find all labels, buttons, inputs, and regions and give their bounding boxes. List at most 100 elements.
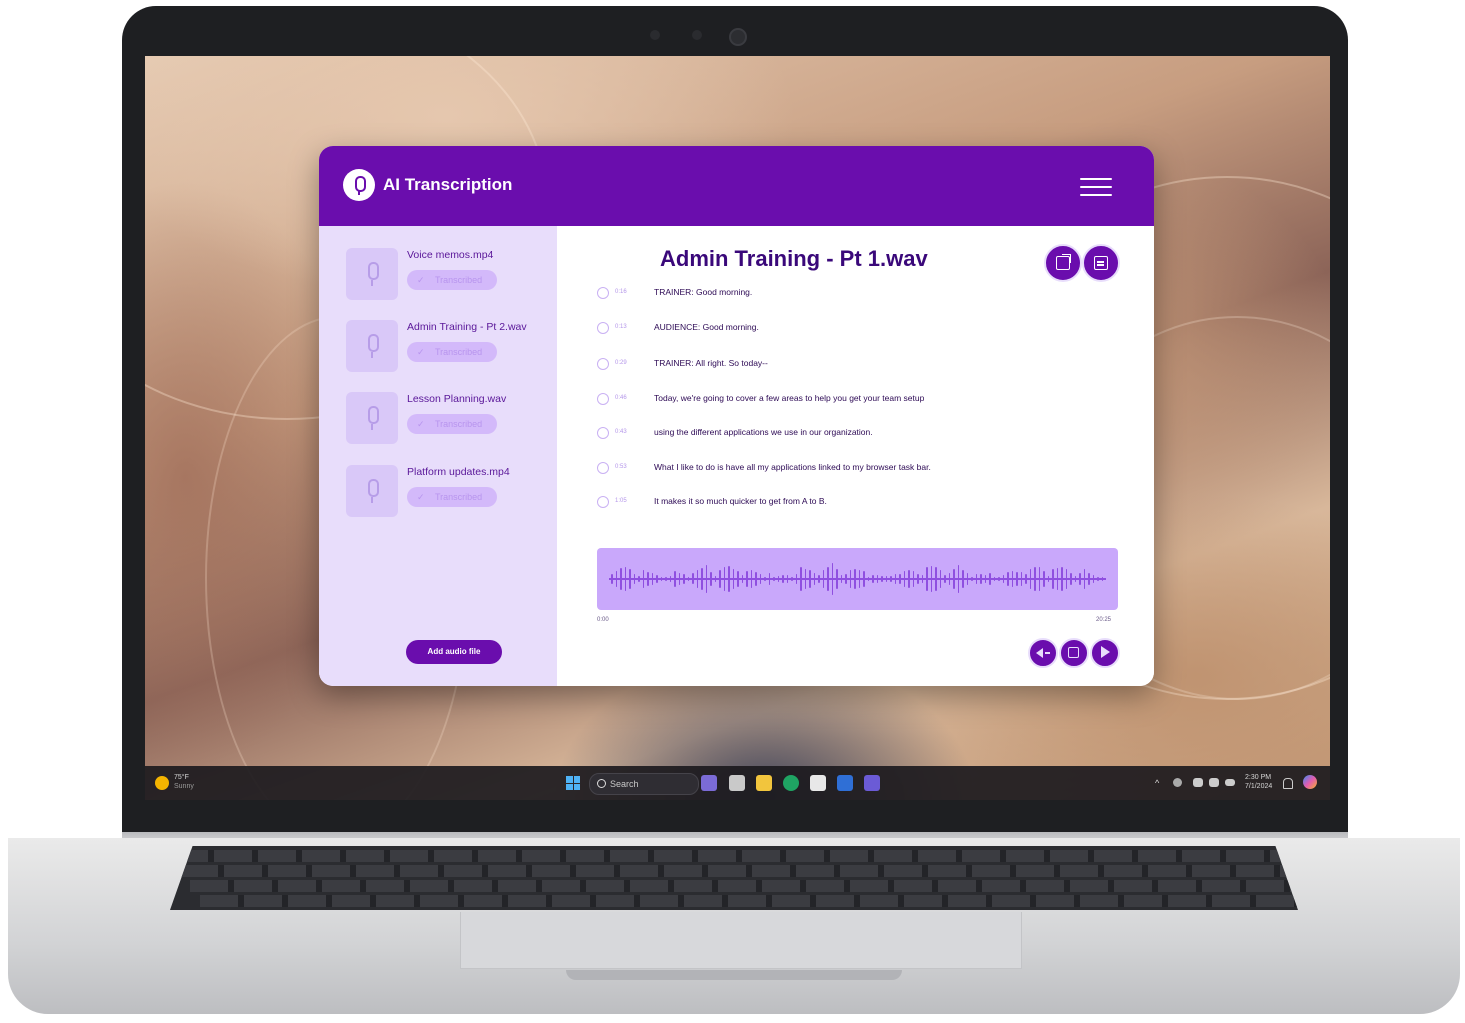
export-button[interactable] [1044, 244, 1082, 282]
audio-file-thumbnail [346, 248, 398, 300]
settings-icon[interactable] [1173, 778, 1182, 787]
store-icon[interactable] [810, 775, 826, 791]
waveform-bar [858, 570, 860, 588]
waveform-bar [1065, 569, 1067, 589]
battery-icon[interactable] [1225, 779, 1235, 786]
waveform-bar [1083, 569, 1085, 589]
waveform-bar [728, 566, 730, 592]
waveform-bar [890, 576, 892, 582]
windows-start-icon[interactable] [566, 776, 580, 790]
mute-button[interactable] [1028, 638, 1058, 668]
end-time: 20:25 [1096, 617, 1112, 623]
transcript-text: What I like to do is have all my applica… [654, 462, 931, 472]
clock-time[interactable]: 2:30 PM [1245, 774, 1271, 782]
waveform-bar [980, 573, 982, 585]
volume-icon[interactable] [1209, 778, 1219, 787]
waveform-bar [723, 566, 725, 592]
check-icon: ✓ [417, 492, 425, 502]
taskbar-search[interactable]: Search [589, 773, 699, 795]
waveform-bar [696, 569, 698, 589]
stop-button[interactable] [1059, 638, 1089, 668]
waveform-bar [633, 573, 635, 585]
transcript-line[interactable]: 0:53 What I like to do is have all my app… [597, 461, 1137, 477]
waveform-bar [804, 568, 806, 590]
stop-icon [1068, 647, 1079, 658]
waveform-bar [921, 574, 923, 584]
waveform-bar [1097, 576, 1099, 582]
timestamp: 0:13 [615, 324, 627, 330]
file-sidebar: Voice memos.mp4 ✓ Transcribed Admin Train… [319, 226, 557, 686]
audio-file-thumbnail [346, 465, 398, 517]
waveform-bar [822, 569, 824, 589]
copilot-icon[interactable] [1303, 775, 1317, 789]
outlook-icon[interactable] [837, 775, 853, 791]
document-icon [1094, 256, 1108, 270]
waveform-bar [714, 576, 716, 582]
transcript-text: using the different applications we use … [654, 427, 873, 437]
waveform-bar [1038, 567, 1040, 591]
waveform-bar [611, 574, 613, 584]
waveform-bar [885, 576, 887, 582]
add-audio-file-button[interactable]: Add audio file [406, 640, 502, 664]
widgets-icon[interactable] [701, 775, 717, 791]
file-item[interactable]: Admin Training - Pt 2.wav ✓ Transcribed [346, 320, 546, 378]
chevron-up-icon[interactable]: ^ [1155, 778, 1159, 788]
waveform-bar [777, 575, 779, 583]
file-item[interactable]: Lesson Planning.wav ✓ Transcribed [346, 392, 546, 450]
play-icon [1101, 646, 1110, 658]
waveform-bar [1056, 567, 1058, 591]
transcript-line[interactable]: 1:05 It makes it so much quicker to get f… [597, 495, 1137, 511]
status-badge-label: Transcribed [435, 347, 483, 357]
transcript-line[interactable]: 0:43 using the different applications we … [597, 426, 1137, 442]
waveform-bar [926, 566, 928, 592]
speaker-icon [597, 287, 609, 299]
transcript-text: TRAINER: All right. So today-- [654, 358, 768, 368]
timestamp: 0:43 [615, 429, 627, 435]
file-item[interactable]: Platform updates.mp4 ✓ Transcribed [346, 465, 546, 523]
status-badge-label: Transcribed [435, 275, 483, 285]
waveform-bar [975, 574, 977, 584]
weather-temp: 75°F [174, 774, 189, 781]
waveform-bar [903, 571, 905, 587]
waveform-bar [710, 572, 712, 586]
timestamp: 0:53 [615, 464, 627, 470]
notification-bell-icon[interactable] [1283, 778, 1293, 789]
check-icon: ✓ [417, 419, 425, 429]
waveform-bar [615, 571, 617, 587]
wifi-icon[interactable] [1193, 778, 1203, 787]
waveform-bar [966, 573, 968, 585]
weather-desc: Sunny [174, 783, 194, 790]
file-item[interactable]: Voice memos.mp4 ✓ Transcribed [346, 248, 546, 306]
edge-browser-icon[interactable] [783, 775, 799, 791]
file-explorer-icon[interactable] [756, 775, 772, 791]
microphone-icon [368, 479, 379, 497]
task-view-icon[interactable] [729, 775, 745, 791]
document-button[interactable] [1082, 244, 1120, 282]
hamburger-menu-icon[interactable] [1080, 176, 1112, 198]
waveform-bar [957, 564, 959, 594]
transcript-line[interactable]: 0:16 TRAINER: Good morning. [597, 286, 1137, 302]
waveform-bar [1092, 575, 1094, 583]
transcript-line[interactable]: 0:29 TRAINER: All right. So today-- [597, 357, 1137, 373]
keyboard [170, 846, 1298, 910]
waveform-bar [1088, 573, 1090, 585]
speaker-icon [597, 496, 609, 508]
transcript-panel: Admin Training - Pt 1.wav 0:16 TRAINER: G… [557, 226, 1154, 686]
waveform-bar [836, 569, 838, 589]
waveform-bar [768, 573, 770, 585]
clock-date[interactable]: 7/1/2024 [1245, 783, 1272, 791]
play-button[interactable] [1090, 638, 1120, 668]
weather-sun-icon[interactable] [155, 776, 169, 790]
teams-icon[interactable] [864, 775, 880, 791]
waveform-bar [642, 569, 644, 589]
waveform-bar [831, 563, 833, 595]
waveform-bar [944, 575, 946, 583]
waveform-bar [908, 569, 910, 589]
app-header: AI Transcription [319, 146, 1154, 226]
transcript-line[interactable]: 0:13 AUDIENCE: Good morning. [597, 321, 1137, 337]
audio-waveform[interactable] [597, 548, 1118, 610]
speaker-icon [597, 358, 609, 370]
waveform-bar [651, 572, 653, 586]
transcript-line[interactable]: 0:46 Today, we're going to cover a few ar… [597, 392, 1137, 408]
speaker-icon [597, 427, 609, 439]
